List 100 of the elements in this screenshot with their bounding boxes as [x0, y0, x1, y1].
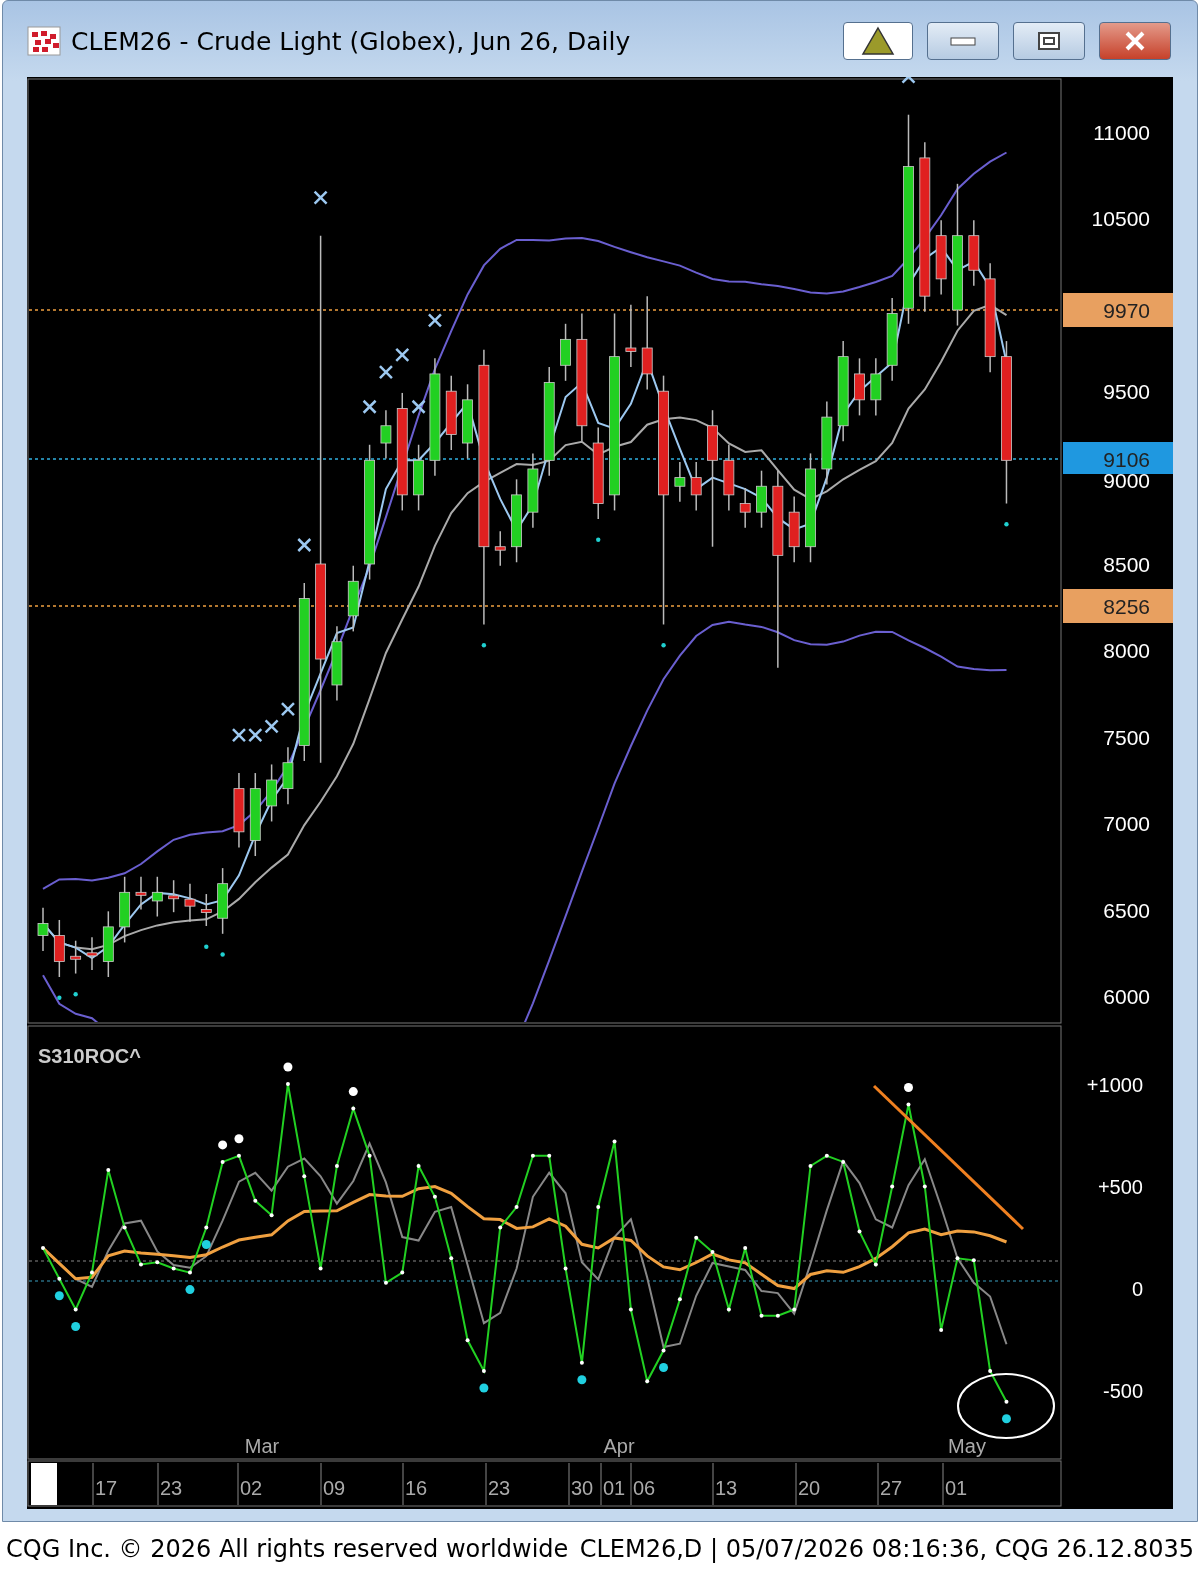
- candlestick: [37, 907, 49, 952]
- cross-marker: [395, 347, 410, 363]
- indicator-point: [416, 1164, 421, 1168]
- date-label: 01: [603, 1477, 626, 1499]
- indicator-point: [269, 1213, 274, 1218]
- indicator-point: [955, 1256, 960, 1261]
- candlestick: [217, 867, 229, 935]
- indicator-title: S310ROC^: [38, 1045, 141, 1067]
- close-button[interactable]: [1099, 22, 1171, 60]
- dot-marker: [57, 995, 62, 1000]
- indicator-point: [890, 1184, 895, 1189]
- minimize-button[interactable]: [927, 22, 999, 60]
- candlestick: [690, 461, 702, 512]
- window-title: CLEM26 - Crude Light (Globex), Jun 26, Daily: [71, 26, 632, 56]
- dot-marker: [204, 944, 209, 949]
- trough-dot: [185, 1285, 195, 1295]
- date-label: 01: [945, 1477, 968, 1499]
- indicator-point: [367, 1153, 372, 1158]
- indicator-point: [285, 1082, 290, 1086]
- candlestick: [102, 910, 114, 978]
- indicator-point: [971, 1258, 976, 1263]
- indicator-point: [661, 1348, 666, 1353]
- candlestick: [788, 495, 800, 563]
- indicator-point: [775, 1313, 780, 1318]
- date-label: 30: [571, 1477, 594, 1499]
- trough-dot: [71, 1322, 81, 1331]
- indicator-point: [465, 1338, 470, 1343]
- month-label: Mar: [244, 1435, 280, 1457]
- indicator-point: [383, 1280, 388, 1285]
- trough-dot: [577, 1375, 587, 1385]
- indicator-point: [824, 1153, 829, 1158]
- indicator-point: [302, 1174, 307, 1179]
- peak-dot: [218, 1140, 228, 1150]
- indicator-point: [710, 1250, 715, 1255]
- price-axis-label: 7500: [1103, 725, 1150, 749]
- scroll-thumb[interactable]: [31, 1463, 57, 1505]
- candlestick: [200, 893, 212, 927]
- close-icon: [1123, 31, 1147, 51]
- indicator-point: [743, 1246, 748, 1250]
- warning-triangle-icon: [861, 26, 895, 56]
- cross-marker: [297, 537, 312, 553]
- indicator-point: [498, 1225, 503, 1230]
- indicator-point: [841, 1159, 846, 1164]
- price-axis-label: 8000: [1103, 639, 1150, 663]
- indicator-axis-label: +500: [1097, 1176, 1143, 1198]
- cross-marker: [313, 190, 328, 205]
- indicator-point: [318, 1266, 323, 1271]
- candlestick: [739, 487, 751, 529]
- candlestick: [723, 444, 735, 512]
- peak-dot: [283, 1062, 293, 1072]
- alert-button[interactable]: [843, 22, 913, 60]
- indicator-point: [628, 1307, 633, 1312]
- indicator-axis-label: -500: [1102, 1380, 1143, 1402]
- indicator-point: [759, 1313, 764, 1318]
- cross-marker: [411, 399, 426, 414]
- candlestick: [756, 469, 767, 529]
- cross-marker: [248, 727, 263, 743]
- candlestick: [119, 876, 131, 944]
- indicator-point: [90, 1270, 94, 1275]
- candlestick: [674, 461, 686, 503]
- candlestick: [380, 409, 392, 460]
- indicator-point: [1004, 1399, 1009, 1404]
- cross-marker: [280, 701, 296, 717]
- trough-dot: [659, 1363, 669, 1372]
- indicator-point: [106, 1168, 111, 1173]
- indicator-point: [579, 1360, 584, 1365]
- candlestick: [560, 323, 571, 382]
- indicator-point: [449, 1256, 454, 1261]
- date-label: 06: [633, 1477, 656, 1499]
- candlestick: [266, 763, 277, 823]
- indicator-point: [334, 1164, 339, 1168]
- price-marker-tag: 8256: [1063, 589, 1173, 623]
- indicator-point: [139, 1262, 143, 1267]
- app-logo-icon: [27, 26, 61, 56]
- indicator-point: [547, 1153, 552, 1158]
- candlestick: [282, 746, 294, 805]
- indicator-point: [204, 1225, 209, 1230]
- candlestick: [413, 444, 424, 512]
- date-label: 09: [323, 1477, 346, 1499]
- date-label: 20: [798, 1477, 821, 1499]
- indicator-point: [481, 1369, 486, 1373]
- trough-dot: [201, 1240, 211, 1249]
- indicator-point: [236, 1153, 241, 1158]
- candlestick: [168, 879, 180, 913]
- maximize-button[interactable]: [1013, 22, 1085, 60]
- candlestick: [86, 936, 98, 971]
- indicator-point: [906, 1102, 911, 1107]
- indicator-axis-label: 0: [1131, 1278, 1143, 1300]
- candlestick: [494, 530, 506, 567]
- indicator-point: [808, 1164, 813, 1168]
- indicator-point: [726, 1307, 731, 1312]
- copyright-text: CQG Inc. © 2026 All rights reserved worldwide: [6, 1534, 569, 1563]
- trough-dot: [479, 1383, 489, 1393]
- maximize-icon: [1037, 31, 1061, 51]
- indicator-point: [187, 1270, 192, 1275]
- date-label: 16: [405, 1477, 428, 1499]
- indicator-point: [857, 1229, 862, 1234]
- dot-marker: [481, 643, 487, 648]
- indicator-point: [939, 1328, 944, 1332]
- indicator-point: [253, 1198, 258, 1203]
